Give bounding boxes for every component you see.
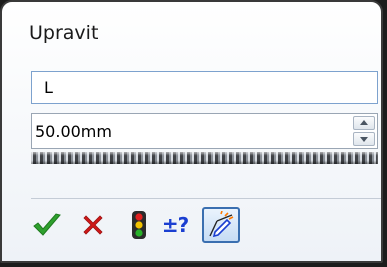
dimension-value-field[interactable] bbox=[31, 113, 378, 149]
dialog-title: Upravit bbox=[29, 22, 99, 44]
toolbar-divider bbox=[31, 198, 381, 199]
value-spinner[interactable] bbox=[353, 116, 375, 146]
checkmark-icon bbox=[33, 213, 61, 236]
plus-minus-question-icon: ±? bbox=[161, 213, 189, 237]
tolerance-button[interactable]: ±? bbox=[158, 207, 192, 243]
ok-button[interactable] bbox=[30, 207, 64, 243]
spin-up-button[interactable] bbox=[353, 116, 375, 130]
dimension-pencil-icon bbox=[209, 211, 234, 238]
cancel-button[interactable] bbox=[76, 207, 110, 243]
modify-dialog: Upravit L 50.00mm ±? bbox=[0, 0, 383, 263]
mark-dimension-button[interactable] bbox=[202, 207, 240, 243]
dimension-value-input[interactable] bbox=[32, 114, 342, 148]
spin-down-button[interactable] bbox=[353, 132, 375, 146]
traffic-light-icon bbox=[132, 211, 146, 239]
rebuild-button[interactable] bbox=[122, 207, 156, 243]
x-icon bbox=[83, 215, 103, 235]
dimension-name-input[interactable] bbox=[32, 72, 377, 103]
thumbwheel-slider[interactable] bbox=[31, 152, 378, 164]
dimension-name-field[interactable] bbox=[31, 71, 378, 104]
